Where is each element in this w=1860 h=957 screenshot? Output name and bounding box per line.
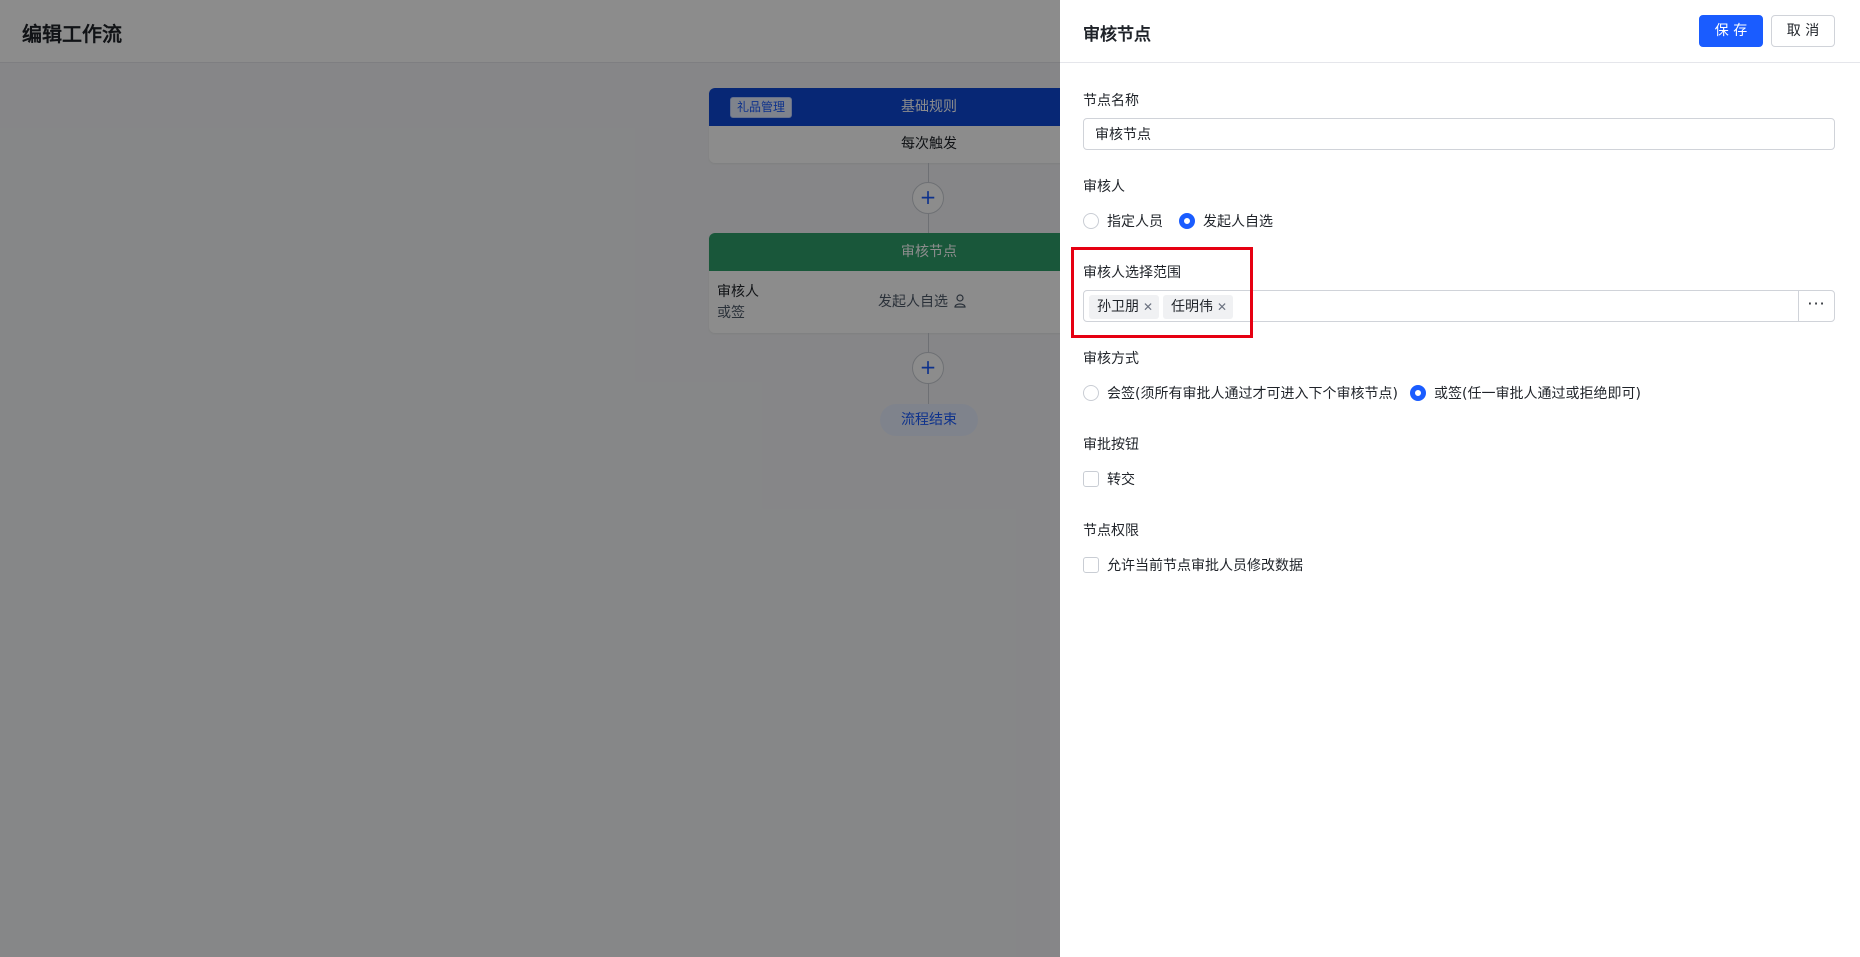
allow-edit-data-label: 允许当前节点审批人员修改数据 [1107,558,1303,574]
radio-icon [1083,213,1099,229]
approver-label: 审核人 [1083,179,1125,195]
approval-buttons-label: 审批按钮 [1083,437,1139,453]
transfer-checkbox[interactable]: 转交 [1083,469,1135,489]
node-name-label: 节点名称 [1083,93,1139,109]
approver-option-label: 发起人自选 [1203,214,1273,230]
drawer-title: 审核节点 [1083,25,1151,45]
method-option-countersign[interactable]: 会签(须所有审批人通过才可进入下个审核节点) [1083,383,1398,403]
checkbox-icon [1083,557,1099,573]
approver-option-designated[interactable]: 指定人员 [1083,211,1163,231]
node-name-input[interactable] [1083,118,1835,150]
method-option-label: 或签(任一审批人通过或拒绝即可) [1434,386,1641,402]
approver-option-label: 指定人员 [1107,214,1163,230]
modal-mask[interactable] [0,0,1060,957]
node-permission-label: 节点权限 [1083,523,1139,539]
save-button[interactable]: 保 存 [1699,15,1763,47]
method-option-label: 会签(须所有审批人通过才可进入下个审核节点) [1107,386,1398,402]
highlight-box [1071,247,1253,338]
cancel-button[interactable]: 取 消 [1771,15,1835,47]
allow-edit-data-checkbox[interactable]: 允许当前节点审批人员修改数据 [1083,555,1303,575]
checkbox-icon [1083,471,1099,487]
transfer-checkbox-label: 转交 [1107,472,1135,488]
approver-option-self-select[interactable]: 发起人自选 [1179,211,1273,231]
more-options-button[interactable]: ··· [1798,291,1834,321]
radio-icon [1083,385,1099,401]
node-settings-drawer: 审核节点 保 存 取 消 节点名称 审核人 指定人员 发起人自选 审核人选择范围… [1060,0,1860,957]
radio-checked-icon [1410,385,1426,401]
drawer-header: 审核节点 保 存 取 消 [1060,0,1860,63]
approval-method-label: 审核方式 [1083,351,1139,367]
radio-checked-icon [1179,213,1195,229]
method-option-or-sign[interactable]: 或签(任一审批人通过或拒绝即可) [1410,383,1641,403]
